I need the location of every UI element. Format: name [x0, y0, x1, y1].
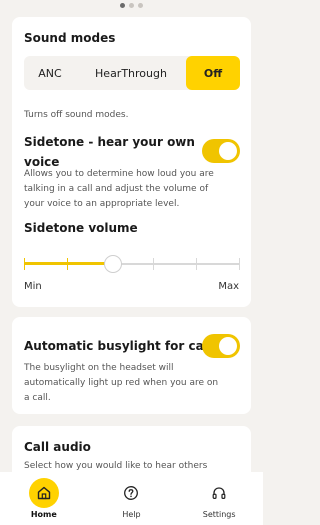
help-icon — [116, 478, 146, 508]
sound-modes-description: Turns off sound modes. — [24, 110, 129, 120]
slider-min-label: Min — [24, 281, 42, 292]
slider-tick — [239, 258, 240, 270]
description-line: talking in a call and adjust the volume … — [24, 184, 209, 194]
slider-tick — [153, 258, 154, 270]
home-icon — [28, 478, 59, 508]
toggle-knob — [219, 142, 237, 160]
sidetone-title-line1: Sidetone - hear your own — [24, 135, 195, 149]
description-line: The busylight on the headset will — [24, 363, 174, 373]
sound-mode-anc[interactable]: ANC — [24, 56, 76, 90]
page-dot[interactable] — [138, 2, 143, 8]
call-audio-title: Call audio — [24, 440, 91, 454]
sound-settings-card: Sound modes ANC HearThrough Off Turns of… — [12, 17, 251, 307]
busylight-card: Automatic busylight for calls The busyli… — [12, 317, 251, 414]
busylight-description: The busylight on the headset will automa… — [24, 361, 218, 406]
description-line: your voice to an appropriate level. — [24, 199, 180, 209]
bottom-navigation: Home Help Settings — [0, 472, 263, 525]
slider-handle[interactable] — [104, 255, 122, 273]
slider-max-label: Max — [218, 281, 239, 292]
slider-tick — [67, 258, 68, 270]
sidetone-title: Sidetone - hear your own voice — [24, 135, 195, 170]
sound-modes-title: Sound modes — [24, 31, 116, 45]
nav-settings-label: Settings — [202, 510, 236, 519]
page-dot[interactable] — [120, 2, 125, 8]
sidetone-description: Allows you to determine how loud you are… — [24, 167, 214, 212]
slider-track — [112, 263, 240, 265]
description-line: automatically light up red when you are … — [24, 378, 219, 388]
slider-tick — [24, 258, 25, 270]
slider-fill — [24, 262, 112, 265]
sidetone-volume-title: Sidetone volume — [24, 221, 138, 235]
nav-home-label: Home — [30, 510, 57, 519]
slider-tick — [196, 258, 197, 270]
busylight-title: Automatic busylight for calls — [24, 339, 220, 353]
sound-mode-selector: ANC HearThrough Off — [24, 56, 240, 90]
description-line: Allows you to determine how loud you are — [24, 169, 214, 179]
sidetone-toggle[interactable] — [202, 139, 240, 163]
sidetone-volume-slider[interactable] — [24, 255, 240, 273]
nav-help-label: Help — [122, 510, 141, 519]
nav-settings[interactable]: Settings — [184, 472, 254, 525]
busylight-toggle[interactable] — [202, 334, 240, 358]
page-indicator — [0, 0, 263, 10]
nav-home[interactable]: Home — [9, 472, 79, 525]
sound-mode-off[interactable]: Off — [186, 56, 240, 90]
sound-mode-hearthrough[interactable]: HearThrough — [76, 56, 186, 90]
toggle-knob — [219, 337, 237, 355]
page-dot[interactable] — [129, 2, 134, 8]
description-line: a call. — [24, 393, 51, 403]
nav-help[interactable]: Help — [96, 472, 166, 525]
headphones-icon — [204, 478, 234, 508]
